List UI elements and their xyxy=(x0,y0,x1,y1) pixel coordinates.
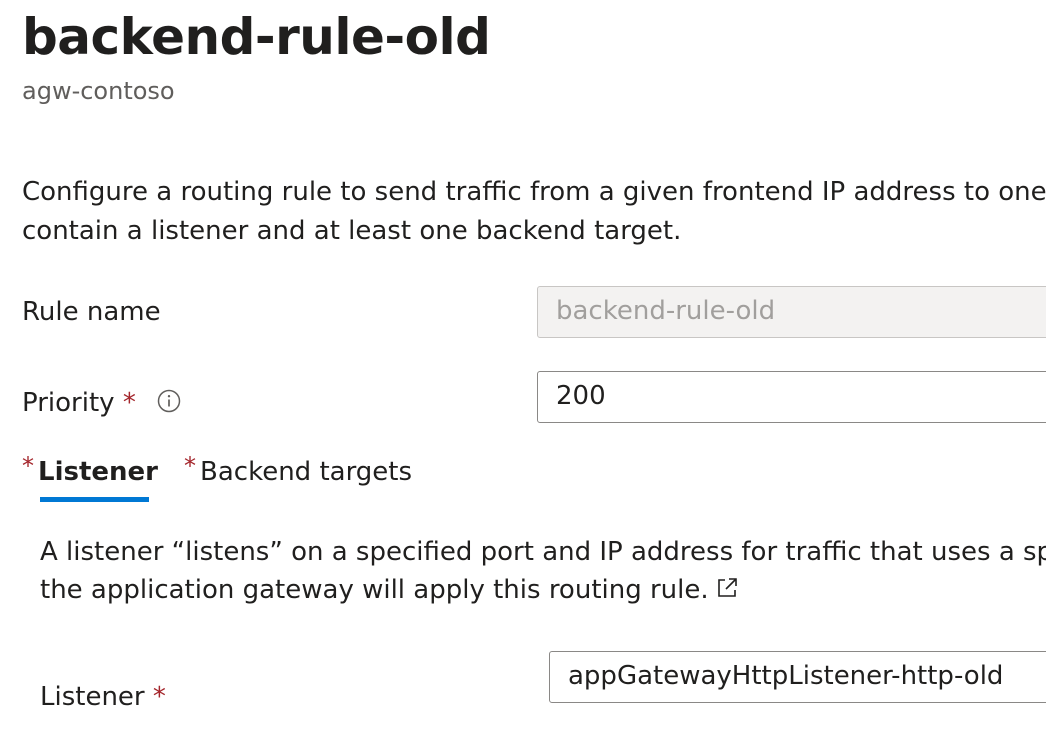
listener-description-line-2-text: the application gateway will apply this … xyxy=(40,575,709,605)
tab-backend-targets[interactable]: * Backend targets xyxy=(184,447,412,491)
rule-name-label-text: Rule name xyxy=(22,297,161,327)
description-line-1: Configure a routing rule to send traffic… xyxy=(22,177,1046,207)
page-description: Configure a routing rule to send traffic… xyxy=(22,173,1046,251)
tab-listener-required: * xyxy=(22,452,34,480)
listener-description-line-1: A listener “listens” on a specified port… xyxy=(40,537,1046,567)
rule-name-value: backend-rule-old xyxy=(556,296,776,326)
page-title: backend-rule-old xyxy=(22,8,491,66)
priority-value: 200 xyxy=(556,381,606,411)
tab-listener-label: Listener xyxy=(38,457,158,487)
rule-name-label: Rule name xyxy=(22,296,161,328)
listener-label: Listener * xyxy=(40,681,166,713)
external-link-icon[interactable] xyxy=(715,576,739,600)
listener-required-asterisk: * xyxy=(152,682,166,712)
active-tab-indicator xyxy=(40,497,149,502)
tab-backend-required: * xyxy=(184,452,196,480)
priority-label: Priority * xyxy=(22,387,136,419)
description-line-2: contain a listener and at least one back… xyxy=(22,216,682,246)
listener-description-line-2: the application gateway will apply this … xyxy=(40,571,1046,609)
listener-label-text: Listener xyxy=(40,682,145,712)
priority-input[interactable]: 200 xyxy=(537,371,1046,423)
routing-rule-page: backend-rule-old agw-contoso Configure a… xyxy=(0,0,1046,740)
rule-name-input[interactable]: backend-rule-old xyxy=(537,286,1046,338)
required-asterisk: * xyxy=(122,388,136,418)
tab-backend-targets-label: Backend targets xyxy=(200,457,413,487)
priority-label-text: Priority xyxy=(22,388,115,418)
info-icon[interactable] xyxy=(157,389,181,413)
listener-value: appGatewayHttpListener-http-old xyxy=(568,661,1004,691)
page-subtitle: agw-contoso xyxy=(22,77,175,105)
listener-description: A listener “listens” on a specified port… xyxy=(40,533,1046,609)
listener-dropdown[interactable]: appGatewayHttpListener-http-old xyxy=(549,651,1046,703)
tab-listener[interactable]: * Listener xyxy=(22,447,158,491)
